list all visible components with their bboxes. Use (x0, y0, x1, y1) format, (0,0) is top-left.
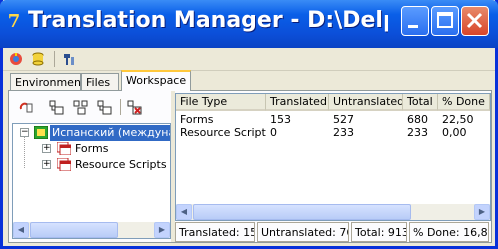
cell-untranslated: 233 (333, 126, 354, 139)
status-percent-done: % Done: 16,80 (409, 222, 489, 242)
status-translated: Translated: 153 (175, 222, 255, 242)
status-untranslated: Untranslated: 760 (257, 222, 349, 242)
expand-toggle[interactable]: + (42, 144, 51, 153)
tab-files[interactable]: Files (81, 73, 119, 90)
main-toolbar (3, 48, 495, 71)
scroll-left-button[interactable]: ◀ (176, 204, 192, 220)
add-language-icon[interactable] (49, 99, 65, 115)
expand-toggle[interactable]: + (42, 160, 51, 169)
scroll-left-button[interactable]: ◀ (13, 222, 29, 238)
new-project-icon[interactable] (18, 99, 34, 115)
toolbar-separator (54, 51, 55, 67)
minimize-icon (408, 25, 418, 28)
tab-environment[interactable]: Environment (10, 73, 85, 90)
remove-icon[interactable] (127, 99, 143, 115)
app-icon[interactable]: 7 (6, 12, 22, 32)
forms-node-icon (57, 142, 71, 155)
cell-translated: 153 (270, 113, 291, 126)
tree-node-language[interactable]: − Испанский (междунар (13, 125, 170, 141)
app-window: 7 Translation Manager - D:\Delphi... Env… (0, 0, 498, 249)
maximize-button[interactable] (431, 6, 459, 36)
cell-total: 680 (407, 113, 428, 126)
tree-horizontal-scrollbar[interactable]: ◀ ▶ (13, 222, 170, 238)
minimize-button[interactable] (401, 6, 429, 36)
cell-total: 233 (407, 126, 428, 139)
cell-percent-done: 22,50 (442, 113, 474, 126)
cell-percent-done: 0,00 (442, 126, 467, 139)
close-icon (466, 12, 483, 29)
tree-toolbar-separator (120, 99, 121, 115)
add-files-icon[interactable] (73, 99, 89, 115)
title-bar[interactable]: 7 Translation Manager - D:\Delphi... (0, 0, 498, 48)
maximize-icon (437, 12, 453, 28)
project-tree[interactable]: − Испанский (междунар + Forms + Resource… (12, 123, 171, 239)
status-total: Total: 913 (351, 222, 407, 242)
tree-toolbar (9, 91, 171, 121)
cell-translated: 0 (270, 126, 277, 139)
status-bar: Translated: 153 Untranslated: 760 Total:… (175, 222, 491, 242)
close-button[interactable] (461, 6, 489, 36)
column-header-untranslated[interactable]: Untranslated (329, 94, 403, 111)
resource-scripts-node-icon (57, 158, 71, 171)
scroll-right-button[interactable]: ▶ (154, 222, 170, 238)
collapse-toggle[interactable]: − (20, 128, 29, 137)
tools-icon[interactable] (61, 51, 77, 67)
tab-workspace[interactable]: Workspace (121, 70, 191, 91)
cell-file-type: Resource Scripts (180, 126, 266, 139)
column-header-percent-done[interactable]: % Done (438, 94, 490, 111)
tree-label-forms: Forms (75, 142, 109, 155)
tree-node-forms[interactable]: + Forms (13, 141, 170, 157)
list-horizontal-scrollbar[interactable]: ◀ ▶ (176, 204, 490, 220)
cell-file-type: Forms (180, 113, 214, 126)
window-title: Translation Manager - D:\Delphi... (28, 8, 388, 33)
scroll-right-button[interactable]: ▶ (474, 204, 490, 220)
statistics-list[interactable]: File Type Translated Untranslated Total … (175, 93, 491, 221)
update-icon[interactable] (97, 99, 113, 115)
database-icon[interactable] (30, 51, 46, 67)
tree-label-language: Испанский (междунар (50, 125, 170, 141)
refresh-icon[interactable] (8, 51, 24, 67)
column-header-file-type[interactable]: File Type (176, 94, 266, 111)
cell-untranslated: 527 (333, 113, 354, 126)
column-header-total[interactable]: Total (403, 94, 438, 111)
tree-label-resource-scripts: Resource Scripts (75, 158, 167, 171)
scroll-thumb[interactable] (193, 204, 411, 220)
column-header-translated[interactable]: Translated (266, 94, 329, 111)
tree-node-resource-scripts[interactable]: + Resource Scripts (13, 157, 170, 173)
workspace-page: − Испанский (междунар + Forms + Resource… (8, 90, 492, 243)
scroll-thumb[interactable] (30, 222, 118, 238)
tree-pane: − Испанский (междунар + Forms + Resource… (9, 91, 171, 242)
language-node-icon (34, 126, 48, 139)
